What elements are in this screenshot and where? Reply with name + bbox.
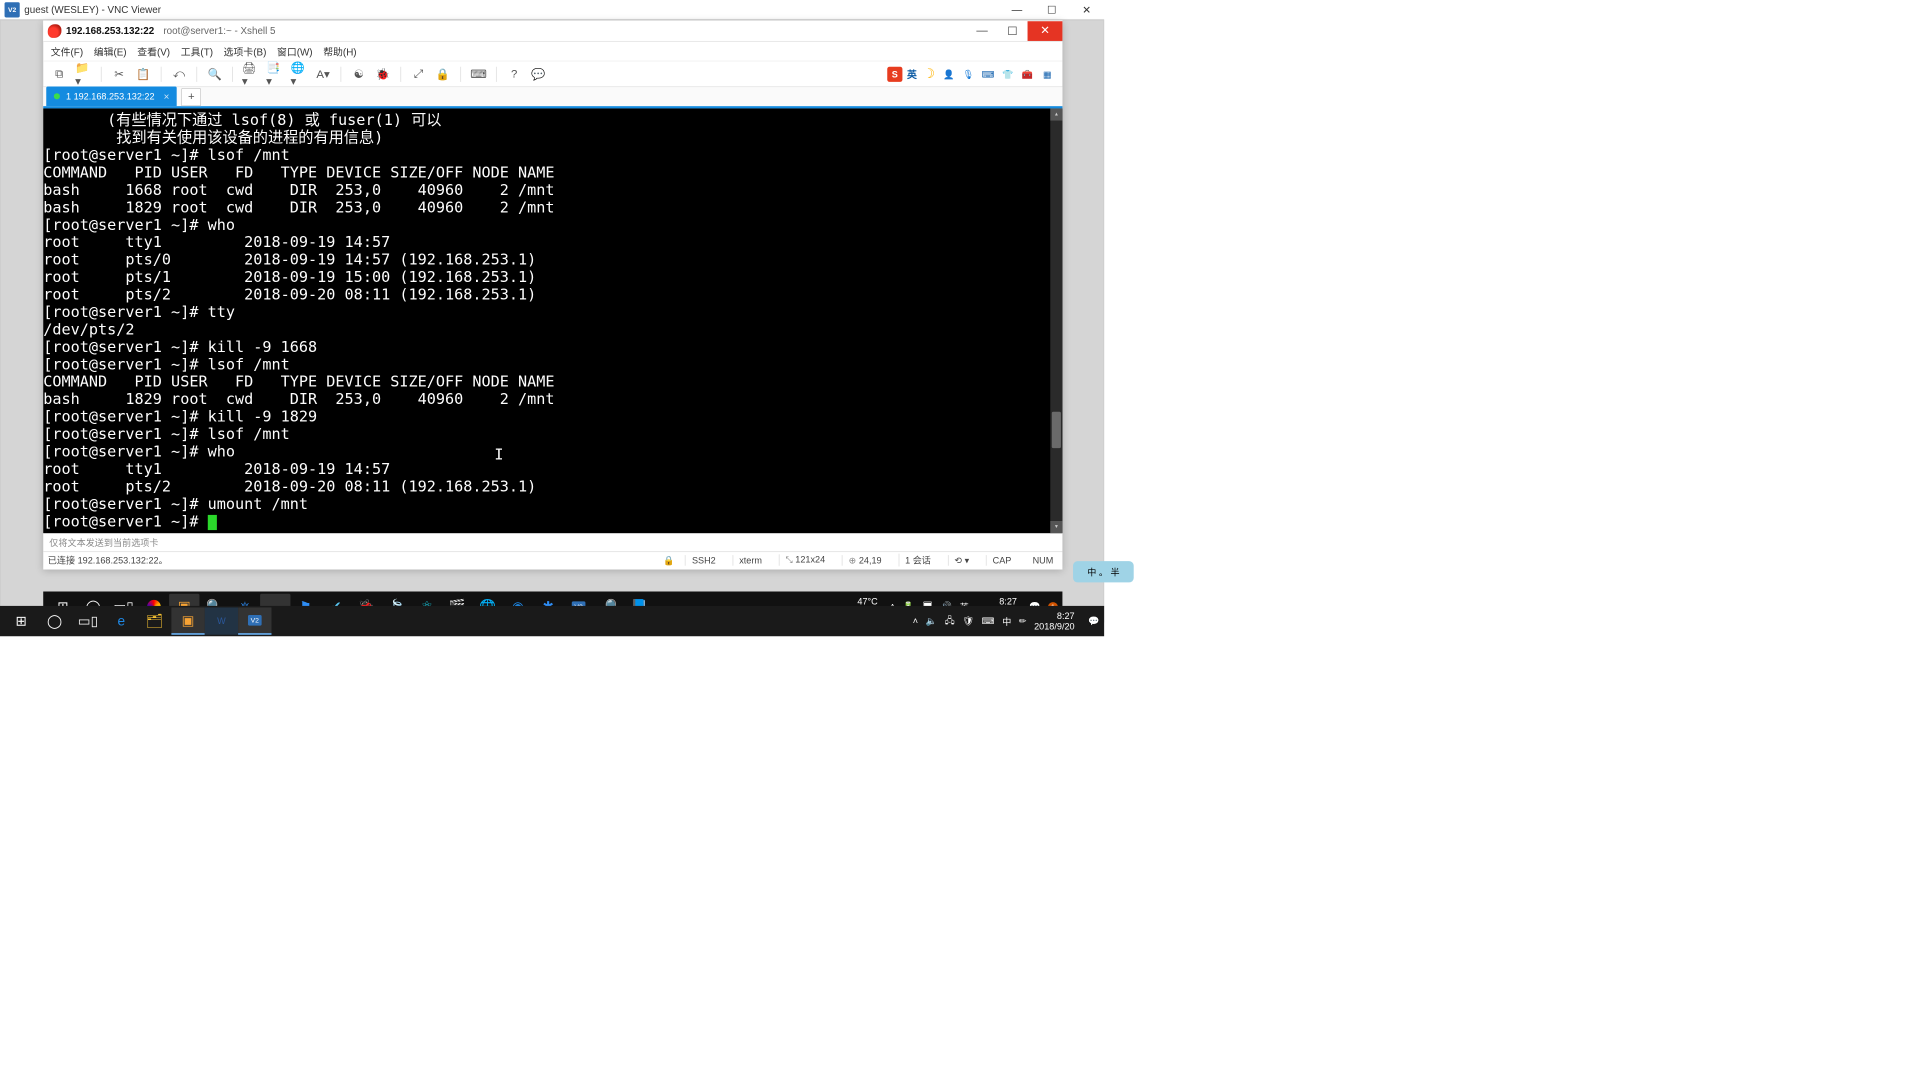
menu-file[interactable]: 文件(F) [51, 44, 83, 58]
menu-view[interactable]: 查看(V) [137, 44, 170, 58]
print-icon[interactable]: 🖨▾ [242, 66, 259, 83]
paste-icon[interactable]: 📋 [135, 66, 152, 83]
vnc-maximize-button[interactable]: ☐ [1034, 0, 1069, 19]
debug-icon[interactable]: 🐞 [375, 66, 392, 83]
host-vnc-icon[interactable]: V2 [238, 607, 271, 634]
status-caps: CAP [986, 555, 1018, 566]
vnc-close-button[interactable]: ✕ [1069, 0, 1104, 19]
status-term: xterm [732, 555, 768, 566]
tab-label: 1 192.168.253.132:22 [66, 91, 155, 102]
search-icon[interactable]: 🔍 [206, 66, 223, 83]
host-tray-shield-icon[interactable]: 🛡 [962, 616, 974, 627]
vnc-minimize-button[interactable]: — [999, 0, 1034, 19]
scroll-thumb[interactable] [1052, 412, 1061, 448]
host-word-icon[interactable]: W [205, 607, 238, 634]
vnc-remote-desktop: 192.168.253.132:22 root@server1:~ - Xshe… [0, 20, 1104, 623]
terminal-cursor [208, 515, 217, 530]
color-icon[interactable]: ☯ [350, 66, 367, 83]
host-cortana-icon[interactable]: ◯ [38, 607, 71, 634]
text-caret-icon: I [494, 445, 503, 463]
host-tray-network-icon[interactable]: 🖧 [945, 613, 955, 629]
fullscreen-icon[interactable]: ⤢ [410, 66, 427, 83]
host-edge-icon[interactable]: e [105, 607, 138, 634]
xshell-title-ip: 192.168.253.132:22 [66, 25, 154, 36]
status-sessions: 1 会话 [898, 554, 937, 567]
ime-lang-indicator[interactable]: 英 [907, 67, 917, 81]
font-icon[interactable]: A▾ [315, 66, 332, 83]
cut-icon[interactable]: ✂ [111, 66, 128, 83]
tab-close-icon[interactable]: × [164, 91, 170, 102]
toolbar-tray: S 英 ☽ 👤 🎙 ⌨ 👕 🧰 ▦ [887, 66, 1055, 81]
copy-icon[interactable]: 📑▾ [266, 66, 283, 83]
menu-edit[interactable]: 编辑(E) [94, 44, 127, 58]
grid-icon[interactable]: ▦ [1040, 66, 1055, 81]
xshell-app-icon [48, 24, 62, 38]
xshell-window: 192.168.253.132:22 root@server1:~ - Xshe… [43, 20, 1062, 569]
session-tab-1[interactable]: 1 192.168.253.132:22 × [46, 86, 177, 106]
host-start-button[interactable]: ⊞ [5, 607, 38, 634]
host-explorer-icon[interactable]: 🗂 [138, 607, 171, 634]
user-icon[interactable]: 👤 [941, 66, 956, 81]
status-connection: 已连接 192.168.253.132:22。 [48, 554, 168, 567]
xshell-close-button[interactable]: ✕ [1028, 21, 1063, 41]
vnc-titlebar: V2 guest (WESLEY) - VNC Viewer — ☐ ✕ [0, 0, 1104, 20]
xshell-title-sub: root@server1:~ - Xshell 5 [163, 25, 275, 36]
terminal-scrollbar[interactable]: ▴ ▾ [1050, 108, 1062, 533]
menu-help[interactable]: 帮助(H) [323, 44, 356, 58]
host-tray-ime-lang[interactable]: 中 [1002, 615, 1011, 628]
add-tab-button[interactable]: + [182, 88, 202, 106]
moon-icon[interactable]: ☽ [921, 66, 936, 81]
ime-floating-badge[interactable]: 中 。 半 [1073, 561, 1134, 582]
menu-tabs[interactable]: 选项卡(B) [224, 44, 267, 58]
status-sync-icon[interactable]: ⟲ ▾ [948, 555, 976, 566]
lock-icon[interactable]: 🔒 [435, 66, 452, 83]
status-cursor-pos: ⊕ 24,19 [842, 555, 888, 566]
xshell-maximize-button[interactable]: ☐ [997, 24, 1027, 38]
xshell-menubar: 文件(F) 编辑(E) 查看(V) 工具(T) 选项卡(B) 窗口(W) 帮助(… [43, 42, 1062, 62]
host-tray-volume-icon[interactable]: 🔈 [926, 616, 937, 627]
terminal-output: (有些情况下通过 lsof(8) 或 fuser(1) 可以 找到有关使用该设备… [43, 111, 1062, 530]
terminal-pane[interactable]: (有些情况下通过 lsof(8) 或 fuser(1) 可以 找到有关使用该设备… [43, 108, 1062, 533]
xshell-toolbar: ⧉ 📁▾ ✂ 📋 ⤺ 🔍 🖨▾ 📑▾ 🌐▾ A▾ ☯ 🐞 ⤢ 🔒 [43, 61, 1062, 87]
keyboard-icon[interactable]: ⌨ [470, 66, 487, 83]
xshell-minimize-button[interactable]: — [967, 24, 997, 37]
tab-status-dot-icon [54, 93, 60, 99]
scroll-down-icon[interactable]: ▾ [1050, 521, 1062, 533]
xshell-statusbar: 已连接 192.168.253.132:22。 🔒 SSH2 xterm ⤡ 1… [43, 551, 1062, 568]
host-tray-chevron-up-icon[interactable]: ˄ [913, 616, 918, 627]
menu-window[interactable]: 窗口(W) [277, 44, 313, 58]
keyboard-tray-icon[interactable]: ⌨ [981, 66, 996, 81]
host-clock[interactable]: 8:27 2018/9/20 [1034, 610, 1074, 631]
host-tray-input-icon[interactable]: ✏ [1019, 616, 1027, 627]
host-tray-keyboard-icon[interactable]: ⌨ [981, 616, 994, 627]
open-icon[interactable]: 📁▾ [75, 66, 92, 83]
host-taskbar: ⊞ ◯ ▭▯ e 🗂 ▣ W V2 ˄ 🔈 🖧 🛡 ⌨ 中 ✏ 8:27 201… [0, 606, 1104, 636]
toolbox-icon[interactable]: 🧰 [1020, 66, 1035, 81]
vnc-app-icon: V2 [5, 2, 20, 17]
reconnect-icon[interactable]: ⤺ [171, 66, 188, 83]
xshell-titlebar[interactable]: 192.168.253.132:22 root@server1:~ - Xshe… [43, 20, 1062, 41]
scroll-up-icon[interactable]: ▴ [1050, 108, 1062, 120]
mic-icon[interactable]: 🎙 [961, 66, 976, 81]
encoding-icon[interactable]: 🌐▾ [290, 66, 307, 83]
new-session-icon[interactable]: ⧉ [51, 66, 68, 83]
send-to-tab-hint[interactable]: 仅将文本发送到当前选项卡 [43, 533, 1062, 551]
xshell-tabstrip: 1 192.168.253.132:22 × + [43, 87, 1062, 108]
host-notification-icon[interactable]: 💬 [1088, 616, 1099, 627]
status-num: NUM [1028, 555, 1058, 566]
host-taskview-icon[interactable]: ▭▯ [71, 607, 104, 634]
help-icon[interactable]: ? [506, 66, 523, 83]
shirt-icon[interactable]: 👕 [1000, 66, 1015, 81]
chat-icon[interactable]: 💬 [530, 66, 547, 83]
status-size: ⤡ 121x24 [779, 554, 832, 565]
status-lock-icon: 🔒 [663, 555, 674, 566]
vnc-title: guest (WESLEY) - VNC Viewer [24, 4, 161, 15]
host-vmware-icon[interactable]: ▣ [171, 607, 204, 634]
status-protocol: SSH2 [685, 555, 722, 566]
menu-tools[interactable]: 工具(T) [181, 44, 213, 58]
sogou-ime-icon[interactable]: S [887, 66, 902, 81]
